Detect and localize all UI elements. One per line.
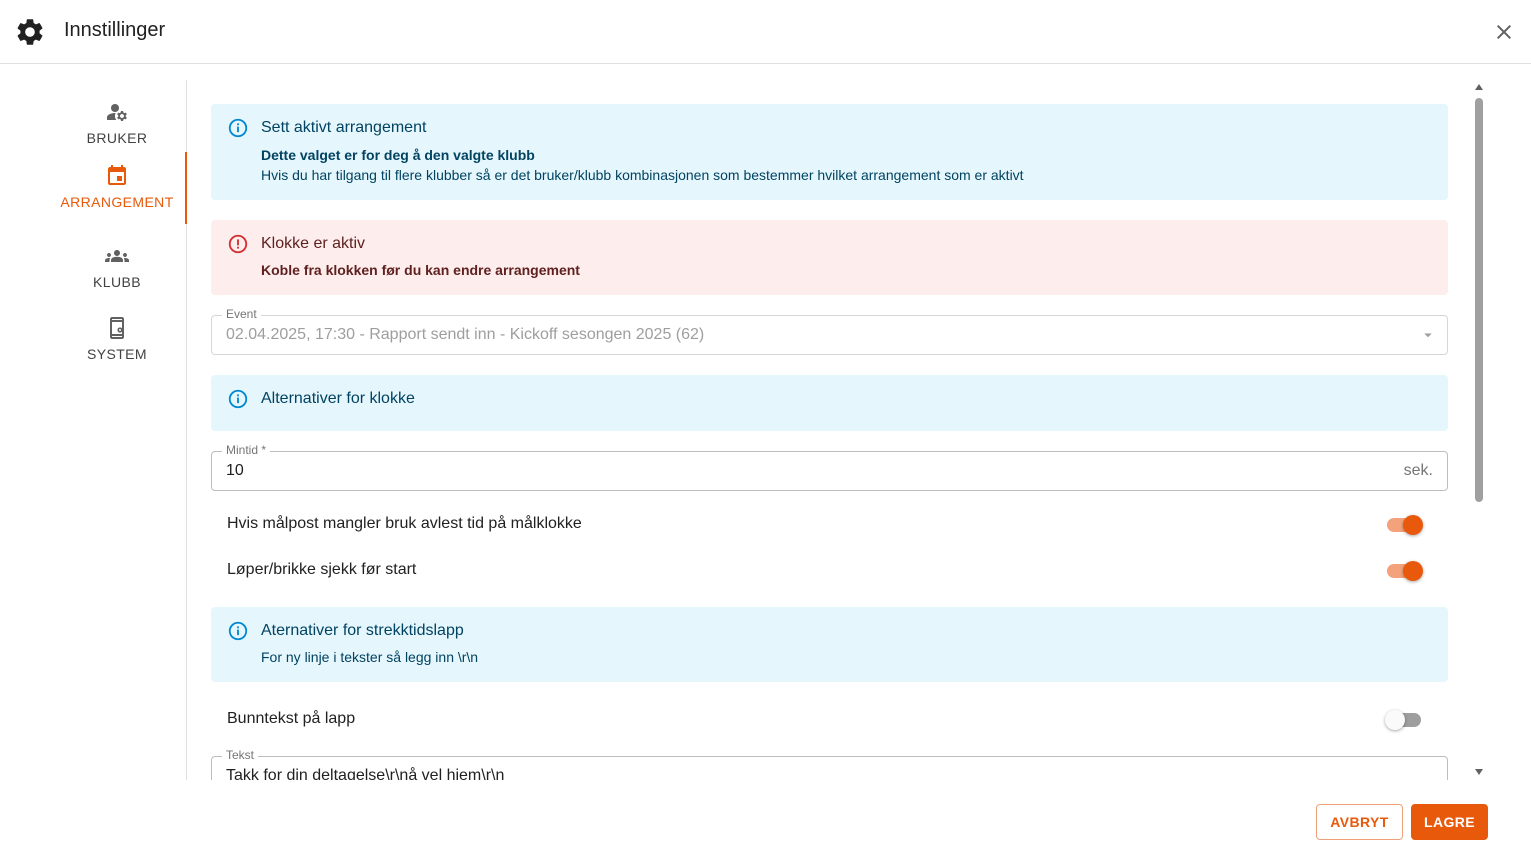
info-icon bbox=[228, 389, 248, 409]
calendar-icon bbox=[108, 165, 126, 185]
switch-footer-text-label: Bunntekst på lapp bbox=[227, 710, 356, 727]
alert-active-event-line2: Hvis du har tilgang til flere klubber så… bbox=[261, 167, 1024, 183]
switch-row-finish-clock: Hvis målpost mangler bruk avlest tid på … bbox=[211, 509, 1448, 541]
close-icon[interactable] bbox=[1492, 20, 1516, 44]
alert-clock-options: Alternativer for klokke bbox=[211, 375, 1448, 431]
mintid-unit: sek. bbox=[1403, 462, 1433, 479]
alert-active-event-title: Sett aktivt arrangement bbox=[261, 119, 427, 136]
error-icon bbox=[228, 234, 248, 254]
switch-runner-check[interactable] bbox=[1385, 555, 1425, 587]
switch-row-runner-check: Løper/brikke sjekk før start bbox=[211, 555, 1448, 587]
switch-runner-check-label: Løper/brikke sjekk før start bbox=[227, 561, 417, 578]
dialog-title: Innstillinger bbox=[64, 19, 166, 41]
tab-klubb[interactable]: KLUBB bbox=[0, 232, 186, 304]
switch-thumb bbox=[1403, 515, 1423, 535]
event-select-value: 02.04.2025, 17:30 - Rapport sendt inn - … bbox=[226, 326, 705, 343]
tab-arrangement-label: ARRANGEMENT bbox=[60, 194, 174, 210]
content-scrollbar[interactable] bbox=[1472, 80, 1486, 780]
text-input[interactable]: Tekst Takk for din deltagelse\r\nå vel h… bbox=[211, 748, 1448, 780]
group-icon bbox=[105, 250, 129, 262]
scroll-down-arrow-icon[interactable] bbox=[1475, 769, 1483, 775]
tab-system-label: SYSTEM bbox=[87, 346, 147, 362]
switch-thumb bbox=[1385, 710, 1405, 730]
info-icon bbox=[228, 621, 248, 641]
mintid-value[interactable]: 10 bbox=[226, 462, 244, 480]
mintid-input[interactable]: Mintid * 10 sek. bbox=[211, 443, 1448, 491]
alert-clock-active-line1: Koble fra klokken før du kan endre arran… bbox=[261, 262, 580, 278]
mintid-label: Mintid * bbox=[222, 443, 271, 457]
alert-split-options-title: Aternativer for strekktidslapp bbox=[261, 622, 464, 639]
event-select[interactable]: Event 02.04.2025, 17:30 - Rapport sendt … bbox=[211, 307, 1448, 355]
info-icon bbox=[228, 118, 248, 138]
chevron-down-icon bbox=[1424, 333, 1432, 338]
event-select-label: Event bbox=[222, 307, 261, 321]
alert-split-options-line1: For ny linje i tekster så legg inn \r\n bbox=[261, 649, 479, 665]
alert-active-event-line1: Dette valget er for deg å den valgte klu… bbox=[261, 147, 535, 163]
tab-bruker[interactable]: BRUKER bbox=[0, 88, 186, 160]
text-input-label: Tekst bbox=[222, 748, 259, 762]
switch-thumb bbox=[1403, 561, 1423, 581]
tab-klubb-label: KLUBB bbox=[93, 274, 141, 290]
dialog-header: Innstillinger bbox=[0, 0, 1531, 64]
switch-finish-clock[interactable] bbox=[1385, 509, 1425, 541]
switch-row-footer-text: Bunntekst på lapp bbox=[211, 704, 1448, 736]
switch-finish-clock-label: Hvis målpost mangler bruk avlest tid på … bbox=[227, 515, 582, 532]
cancel-button[interactable]: AVBRYT bbox=[1316, 804, 1403, 840]
tab-system[interactable]: SYSTEM bbox=[0, 304, 186, 376]
alert-clock-active-title: Klokke er aktiv bbox=[261, 235, 366, 252]
alert-clock-active: Klokke er aktiv Koble fra klokken før du… bbox=[211, 220, 1448, 295]
settings-content: Sett aktivt arrangement Dette valget er … bbox=[211, 80, 1448, 780]
scrollbar-thumb[interactable] bbox=[1475, 98, 1483, 502]
save-button[interactable]: LAGRE bbox=[1411, 804, 1488, 840]
scroll-up-arrow-icon[interactable] bbox=[1475, 84, 1483, 90]
text-input-value[interactable]: Takk for din deltagelse\r\nå vel hjem\r\… bbox=[226, 767, 504, 780]
gear-icon bbox=[17, 19, 43, 45]
alert-clock-options-title: Alternativer for klokke bbox=[261, 390, 415, 407]
settings-sidebar: BRUKER ARRANGEMENT KLUBB SYSTEM bbox=[0, 80, 187, 780]
alert-split-options: Aternativer for strekktidslapp For ny li… bbox=[211, 607, 1448, 682]
alert-active-event: Sett aktivt arrangement Dette valget er … bbox=[211, 104, 1448, 200]
tab-arrangement[interactable]: ARRANGEMENT bbox=[0, 152, 187, 224]
device-settings-icon bbox=[110, 317, 124, 339]
tab-bruker-label: BRUKER bbox=[86, 130, 148, 146]
switch-footer-text[interactable] bbox=[1385, 704, 1425, 736]
user-settings-icon bbox=[107, 104, 127, 121]
